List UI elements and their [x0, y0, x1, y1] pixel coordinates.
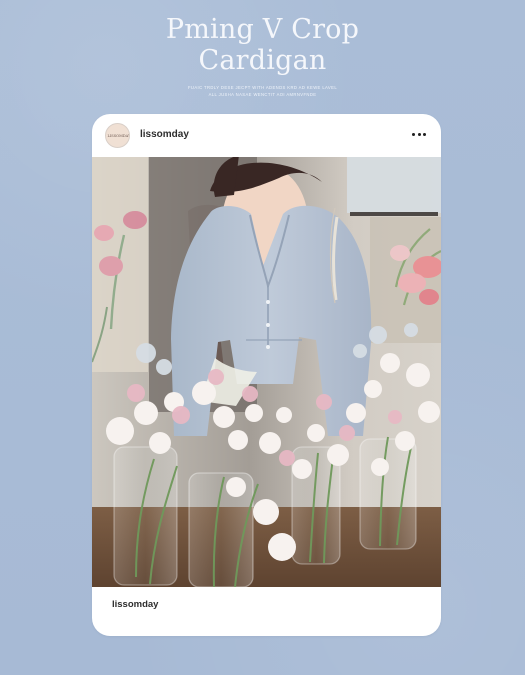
page-subtitle-line-2: All Jusha Nasae Wenctit Aoi Amrnvfnde — [208, 92, 317, 97]
avatar[interactable]: LISSOMDAY — [105, 123, 130, 148]
avatar-logo-text: LISSOMDAY — [107, 133, 130, 138]
more-options-button[interactable] — [412, 132, 426, 137]
page-subtitle-line-1: Fuaic Trdly Dese Jecpt With Adends Krd A… — [187, 85, 338, 90]
post-image[interactable] — [92, 157, 441, 587]
header-text: Pming V Crop Cardigan Fuaic Trdly Dese J… — [0, 14, 525, 98]
more-dot-icon — [412, 133, 415, 136]
post-card: LISSOMDAY lissomday lissomday — [92, 114, 441, 636]
more-dot-icon — [417, 133, 421, 136]
post-username[interactable]: lissomday — [140, 129, 189, 141]
page-title-line-2: Cardigan — [198, 45, 327, 76]
post-header: LISSOMDAY lissomday — [92, 114, 441, 157]
page-title-line-1: Pming V Crop — [165, 14, 360, 45]
post-caption-username[interactable]: lissomday — [112, 599, 158, 610]
more-dot-icon — [423, 133, 426, 136]
page-subtitle: Fuaic Trdly Dese Jecpt With Adends Krd A… — [0, 84, 525, 98]
photo-illustration — [92, 157, 441, 587]
